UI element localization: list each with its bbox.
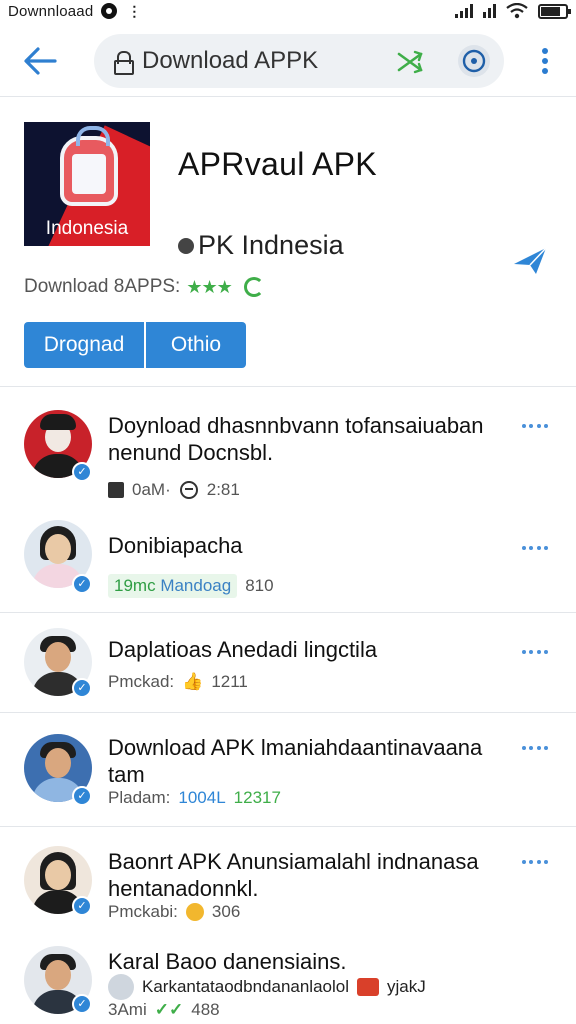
item-meta: Pmckad: 👍 1211 — [108, 672, 248, 692]
item-meta: 19mc Mandoag 810 — [108, 574, 274, 598]
primary-button[interactable]: Drognad — [24, 322, 144, 368]
verified-icon: ✓ — [72, 994, 92, 1014]
app-developer: PK Indnesia — [178, 230, 344, 261]
status-bar: Downnloaad ⋮ — [0, 0, 576, 22]
refresh-icon — [243, 277, 264, 297]
list-divider — [0, 826, 576, 827]
item-meta-a: Pmckad: — [108, 672, 175, 691]
toolbar — [0, 32, 576, 90]
item-meta-b: 1004L — [178, 788, 226, 807]
pin-icon — [178, 237, 194, 254]
chat-icon — [179, 481, 198, 499]
thumbs-up-icon: 👍 — [182, 672, 204, 691]
list-divider — [0, 712, 576, 713]
wifi-icon — [506, 3, 528, 19]
secondary-button[interactable]: Othio — [146, 322, 246, 368]
app-icon: Indonesia — [24, 122, 150, 246]
item-title: Donibiapacha — [108, 533, 243, 558]
status-more-icon: ⋮ — [127, 2, 142, 19]
flag-icon — [357, 978, 380, 996]
back-button[interactable] — [18, 39, 62, 83]
item-meta-b: 1211 — [211, 672, 248, 691]
item-title: Karal Baoo danensiains. — [108, 949, 347, 974]
search-bar[interactable] — [94, 34, 504, 88]
app-title: APRvaul APK — [178, 146, 377, 182]
overflow-menu-button[interactable] — [540, 44, 550, 78]
item-subline: Karkantataodbndananlaolol yjakJ — [108, 974, 426, 1000]
item-more-button[interactable] — [522, 422, 548, 430]
list-divider — [0, 612, 576, 613]
check-icon: ✓✓ — [154, 1000, 184, 1019]
item-more-button[interactable] — [522, 744, 548, 752]
signal-icon-2 — [483, 4, 496, 18]
item-sub-end: yjakJ — [387, 977, 426, 996]
coin-icon — [185, 903, 204, 921]
back-arrow-icon — [24, 47, 57, 75]
download-label: Download 8APPS: — [24, 276, 181, 297]
item-more-button[interactable] — [522, 544, 548, 552]
item-more-button[interactable] — [522, 648, 548, 656]
send-icon[interactable] — [512, 246, 548, 276]
item-meta: Pmckabi: 306 — [108, 902, 240, 922]
verified-icon: ✓ — [72, 896, 92, 916]
rating-stars: ★★★ — [186, 276, 232, 297]
search-input[interactable] — [142, 47, 382, 75]
header-divider — [0, 386, 576, 387]
signal-icon — [455, 4, 473, 18]
status-title: Downnloaad — [8, 2, 94, 20]
app-developer-label: PK Indnesia — [198, 230, 344, 260]
item-meta-b: Mandoag — [160, 576, 232, 595]
item-meta-b: 488 — [191, 1000, 220, 1019]
verified-icon: ✓ — [72, 678, 92, 698]
image-icon — [108, 482, 124, 498]
battery-icon — [538, 3, 571, 19]
app-icon-label: Indonesia — [45, 218, 129, 239]
item-meta-b: 306 — [211, 902, 241, 921]
item-meta-a: 3Ami — [108, 1000, 147, 1019]
item-meta-a: Pmckabi: — [108, 902, 178, 921]
item-meta-a: 0aM· — [132, 480, 171, 499]
item-more-button[interactable] — [522, 858, 548, 866]
item-meta-a: Pladam: — [108, 788, 171, 807]
item-meta: 3Ami ✓✓ 488 — [108, 1000, 220, 1020]
shuffle-icon[interactable] — [396, 48, 424, 76]
item-meta-b: 2:81 — [206, 480, 240, 499]
item-title: Doynload dhasnnbvann tofansaiuaban nenun… — [108, 413, 484, 465]
verified-icon: ✓ — [72, 462, 92, 482]
item-sub: Karkantataodbndananlaolol — [142, 977, 350, 996]
lock-icon — [114, 51, 134, 75]
item-meta: Pladam: 1004L 12317 — [108, 788, 281, 808]
item-meta: 0aM· 2:81 — [108, 480, 240, 500]
target-icon[interactable] — [458, 45, 490, 77]
verified-icon: ✓ — [72, 786, 92, 806]
item-meta-a: 19mc — [114, 576, 156, 595]
item-title: Daplatioas Anedadi lingctila — [108, 637, 378, 662]
item-meta-c: 810 — [245, 576, 274, 595]
download-info: Download 8APPS: ★★★ — [24, 276, 264, 298]
record-icon — [101, 3, 118, 19]
item-title: Baonrt APK Anunsiamalahl indnanasa henta… — [108, 849, 479, 901]
backpack-icon — [60, 126, 118, 206]
item-meta-c: 12317 — [233, 788, 281, 807]
small-avatar — [108, 974, 134, 1000]
item-tag: 19mc Mandoag — [108, 574, 238, 598]
verified-icon: ✓ — [72, 574, 92, 594]
item-title: Download APK lmaniahdaantinavaana tam — [108, 735, 483, 787]
toolbar-divider — [0, 96, 576, 97]
